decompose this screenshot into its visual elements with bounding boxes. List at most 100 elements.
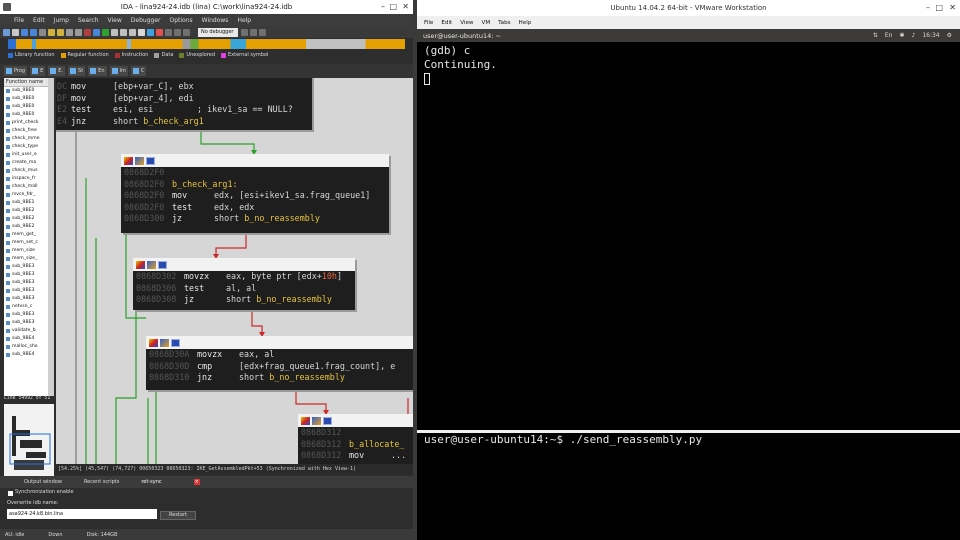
close-tab-icon[interactable]: × <box>193 479 200 485</box>
tab-exports[interactable]: E <box>30 66 46 76</box>
play-icon[interactable] <box>165 28 172 36</box>
menu-file[interactable]: File <box>14 17 24 24</box>
sync-enable-checkbox[interactable] <box>8 491 13 496</box>
function-list-item[interactable]: check_mme <box>4 135 48 143</box>
function-list-item[interactable]: check_mus <box>4 167 48 175</box>
tab-output-window[interactable]: Output window <box>24 479 62 485</box>
bluetooth-icon[interactable]: ✱ <box>899 32 904 39</box>
function-list-item[interactable]: sub_9BE3 <box>4 319 48 327</box>
function-list-item[interactable]: netvsn_c <box>4 303 48 311</box>
function-list-item[interactable]: sub_9BE3 <box>4 287 48 295</box>
block-text-icon[interactable] <box>171 338 180 347</box>
block-color-icon[interactable] <box>301 416 310 425</box>
debugger-select[interactable]: No debugger <box>198 27 238 37</box>
function-list-item[interactable]: sub_9BE3 <box>4 263 48 271</box>
function-list-item[interactable]: print_check <box>4 119 48 127</box>
function-list-item[interactable]: check_free <box>4 127 48 135</box>
open-icon[interactable] <box>3 28 10 36</box>
minimize-icon[interactable]: – <box>926 0 930 16</box>
block-color-icon[interactable] <box>149 338 158 347</box>
block-color-icon[interactable] <box>136 260 145 269</box>
graph-view[interactable]: DC mov [ebp+var_C], ebx DF mov [ebp+var_4], … <box>56 78 413 472</box>
menu-edit[interactable]: Edit <box>33 17 45 24</box>
function-list-item[interactable]: sub_9BE3 <box>4 295 48 303</box>
code-icon[interactable] <box>66 28 73 36</box>
function-list-item[interactable]: check_mall <box>4 183 48 191</box>
menu-debugger[interactable]: Debugger <box>131 17 161 24</box>
function-list-item[interactable]: sub_9BE2 <box>4 207 48 215</box>
function-list-item[interactable]: sub_9BE0 <box>4 87 48 95</box>
function-list-item[interactable]: sub_9BE2 <box>4 223 48 231</box>
block-text-icon[interactable] <box>323 416 332 425</box>
graph-overview[interactable] <box>4 404 54 476</box>
function-list-item[interactable]: sub_9BE0 <box>4 103 48 111</box>
detach-icon[interactable] <box>259 28 266 36</box>
function-list-item[interactable]: check_type <box>4 143 48 151</box>
network-icon[interactable]: ⇅ <box>873 32 878 39</box>
function-list-item[interactable]: create_ma <box>4 159 48 167</box>
functions-header[interactable]: Function name <box>4 78 48 87</box>
vm-menu-edit[interactable]: Edit <box>441 20 452 26</box>
maximize-icon[interactable]: □ <box>389 0 397 14</box>
menu-windows[interactable]: Windows <box>202 17 229 24</box>
function-list-item[interactable]: sub_9BE0 <box>4 111 48 119</box>
debugger-dropdown-icon[interactable] <box>241 28 248 36</box>
idb-name-input[interactable]: asa924-24.k8.bin.lina <box>7 509 157 519</box>
tab-imports[interactable]: Im <box>109 66 128 76</box>
tab-functions[interactable]: Prog <box>4 66 28 76</box>
block-graph-icon[interactable] <box>312 416 321 425</box>
function-icon[interactable] <box>93 28 100 36</box>
copy-icon[interactable] <box>39 28 46 36</box>
graph-block-check-arg1[interactable]: 0868D2F0 0868D2F0 b_check_arg1: 0868D2F0 m… <box>121 154 389 233</box>
function-list-item[interactable]: rsvce_fdr_ <box>4 191 48 199</box>
tab-c[interactable]: C <box>130 66 147 76</box>
close-icon[interactable]: ✕ <box>402 0 409 14</box>
function-list-item[interactable]: malloc_sho <box>4 343 48 351</box>
restart-button[interactable]: Restart <box>160 511 196 520</box>
block-graph-icon[interactable] <box>160 338 169 347</box>
tab-enums[interactable]: En <box>88 66 107 76</box>
forward-icon[interactable] <box>30 28 37 36</box>
keyboard-layout[interactable]: En <box>885 32 893 39</box>
search-next-icon[interactable] <box>57 28 64 36</box>
graph-block-top[interactable]: DC mov [ebp+var_C], ebx DF mov [ebp+var_4], … <box>56 78 312 130</box>
struct-icon[interactable] <box>120 28 127 36</box>
tab-recent-scripts[interactable]: Recent scripts <box>84 479 119 485</box>
navigation-band[interactable] <box>8 39 405 49</box>
string-icon[interactable] <box>84 28 91 36</box>
menu-options[interactable]: Options <box>169 17 192 24</box>
pause-icon[interactable] <box>174 28 181 36</box>
plugin-icon[interactable] <box>147 28 154 36</box>
tab-exports-2[interactable]: E. <box>48 66 66 76</box>
tab-strings[interactable]: St <box>68 66 86 76</box>
gdb-terminal-pane[interactable]: (gdb) c Continuing. <box>421 44 960 432</box>
block-text-icon[interactable] <box>146 156 155 165</box>
block-graph-icon[interactable] <box>135 156 144 165</box>
vm-menu-file[interactable]: File <box>424 20 433 26</box>
function-list-item[interactable]: mem_size_ <box>4 255 48 263</box>
stop-icon[interactable] <box>183 28 190 36</box>
function-list-item[interactable]: mem_size <box>4 247 48 255</box>
tab-ret-sync[interactable]: ret-sync <box>141 479 161 485</box>
block-graph-icon[interactable] <box>147 260 156 269</box>
vm-menu-vm[interactable]: VM <box>482 20 491 26</box>
graph-block-frag-count[interactable]: 0868D30A movzx eax, al 0868D30D cmp [edx+fra… <box>146 336 413 390</box>
list-icon[interactable] <box>111 28 118 36</box>
menu-help[interactable]: Help <box>237 17 251 24</box>
hex-icon[interactable] <box>138 28 145 36</box>
settings-gear-icon[interactable]: ⚙ <box>947 32 952 39</box>
maximize-icon[interactable]: □ <box>935 0 943 16</box>
graph-icon[interactable] <box>102 28 109 36</box>
function-list-item[interactable]: mem_get_ <box>4 231 48 239</box>
search-icon[interactable] <box>48 28 55 36</box>
function-list-item[interactable]: sub_9BE3 <box>4 311 48 319</box>
terminal-scrollbar[interactable] <box>955 44 960 430</box>
enum-icon[interactable] <box>129 28 136 36</box>
save-icon[interactable] <box>12 28 19 36</box>
block-color-icon[interactable] <box>124 156 133 165</box>
function-list-item[interactable]: sub_9BE3 <box>4 271 48 279</box>
minimize-icon[interactable]: – <box>381 0 385 14</box>
function-list-item[interactable]: sub_9BE4 <box>4 335 48 343</box>
function-list-item[interactable]: inspace_fr <box>4 175 48 183</box>
attach-icon[interactable] <box>250 28 257 36</box>
